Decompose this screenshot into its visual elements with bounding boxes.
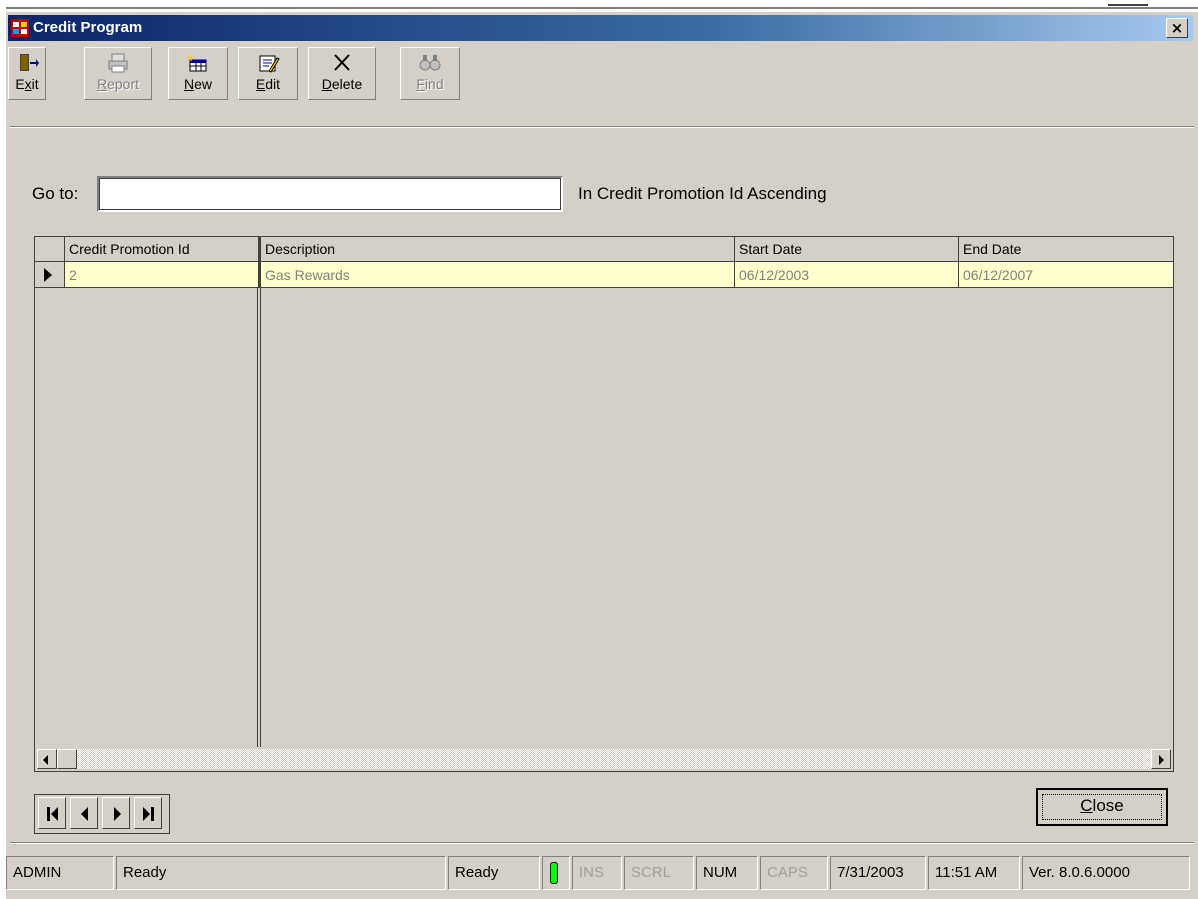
row-selector-header bbox=[35, 237, 65, 262]
desktop-corner-mark bbox=[1108, 4, 1148, 8]
num-indicator: NUM bbox=[696, 856, 758, 890]
scroll-thumb[interactable] bbox=[57, 749, 77, 769]
record-navigator bbox=[34, 794, 170, 834]
find-button[interactable]: Find bbox=[400, 47, 460, 100]
table-cell[interactable]: 06/12/2003 bbox=[735, 262, 959, 288]
previous-record-button[interactable] bbox=[70, 797, 98, 829]
exit-door-icon bbox=[20, 54, 39, 71]
close-button[interactable]: Close bbox=[1036, 788, 1168, 826]
toolbar-divider bbox=[10, 126, 1194, 128]
window-close-button[interactable]: × bbox=[1166, 18, 1188, 38]
last-record-arrow-icon bbox=[143, 807, 150, 821]
delete-label: Delete bbox=[321, 76, 363, 92]
goto-input[interactable] bbox=[97, 176, 563, 212]
desktop-top-strip bbox=[0, 0, 1198, 12]
table-cell[interactable]: Gas Rewards bbox=[259, 262, 735, 288]
previous-record-icon bbox=[81, 807, 88, 821]
status-message: Ready bbox=[116, 856, 446, 890]
status-date: 7/31/2003 bbox=[830, 856, 926, 890]
status-time: 11:51 AM bbox=[928, 856, 1020, 890]
credit-program-window: Credit Program × Exit Report New Edit De… bbox=[6, 12, 1198, 899]
edit-label: Edit bbox=[255, 76, 281, 92]
printer-icon bbox=[108, 53, 128, 73]
column-header-end-date[interactable]: End Date bbox=[959, 237, 1173, 262]
scroll-right-icon bbox=[1159, 755, 1164, 765]
status-divider bbox=[10, 842, 1194, 844]
caps-indicator: CAPS bbox=[760, 856, 828, 890]
title-bar[interactable]: Credit Program × bbox=[8, 15, 1194, 41]
first-record-button[interactable] bbox=[38, 797, 66, 829]
first-record-arrow-icon bbox=[51, 807, 58, 821]
window-title: Credit Program bbox=[33, 19, 143, 36]
next-record-button[interactable] bbox=[102, 797, 130, 829]
binoculars-icon bbox=[419, 55, 441, 71]
frozen-column-divider bbox=[260, 288, 261, 747]
next-record-icon bbox=[114, 807, 121, 821]
activity-led-icon bbox=[550, 862, 558, 884]
first-record-icon bbox=[47, 807, 50, 821]
toolbar: Exit Report New Edit Delete Find bbox=[8, 47, 478, 105]
desktop-edge bbox=[6, 7, 1198, 9]
edit-icon bbox=[259, 55, 280, 73]
column-header-start-date[interactable]: Start Date bbox=[735, 237, 959, 262]
status-version: Ver. 8.0.6.0000 bbox=[1022, 856, 1190, 890]
ins-indicator: INS bbox=[572, 856, 622, 890]
new-button[interactable]: New bbox=[168, 47, 228, 100]
last-record-button[interactable] bbox=[134, 797, 162, 829]
find-label: Find bbox=[416, 76, 444, 92]
horizontal-scrollbar[interactable] bbox=[37, 749, 1171, 769]
scroll-left-icon bbox=[43, 755, 48, 765]
table-cell[interactable]: 06/12/2007 bbox=[959, 262, 1173, 288]
status-bar: ADMIN Ready Ready INS SCRL NUM CAPS 7/31… bbox=[6, 856, 1198, 890]
exit-label: Exit bbox=[15, 76, 39, 92]
app-grid-icon bbox=[11, 19, 29, 37]
column-header-credit-promotion-id[interactable]: Credit Promotion Id bbox=[65, 237, 259, 262]
column-header-description[interactable]: Description bbox=[259, 237, 735, 262]
new-label: New bbox=[183, 76, 213, 92]
credit-promotion-grid[interactable]: Credit Promotion Id Description Start Da… bbox=[34, 236, 1174, 772]
status-state: Ready bbox=[448, 856, 540, 890]
sort-order-text: In Credit Promotion Id Ascending bbox=[578, 184, 827, 203]
scrl-indicator: SCRL bbox=[624, 856, 694, 890]
frozen-column-divider bbox=[257, 288, 258, 747]
current-row-arrow-icon bbox=[44, 268, 52, 282]
scroll-left-button[interactable] bbox=[37, 749, 57, 769]
row-selector[interactable] bbox=[35, 262, 65, 288]
delete-button[interactable]: Delete bbox=[308, 47, 376, 100]
report-label: Report bbox=[96, 76, 140, 92]
report-button[interactable]: Report bbox=[84, 47, 152, 100]
delete-x-icon bbox=[334, 54, 350, 71]
close-label: Close bbox=[1080, 796, 1124, 815]
edit-button[interactable]: Edit bbox=[238, 47, 298, 100]
last-record-icon bbox=[151, 807, 154, 821]
exit-button[interactable]: Exit bbox=[8, 47, 46, 100]
status-user: ADMIN bbox=[6, 856, 114, 890]
scroll-right-button[interactable] bbox=[1151, 749, 1171, 769]
goto-label: Go to: bbox=[32, 184, 79, 203]
new-record-icon bbox=[187, 53, 207, 72]
table-cell[interactable]: 2 bbox=[65, 262, 259, 288]
